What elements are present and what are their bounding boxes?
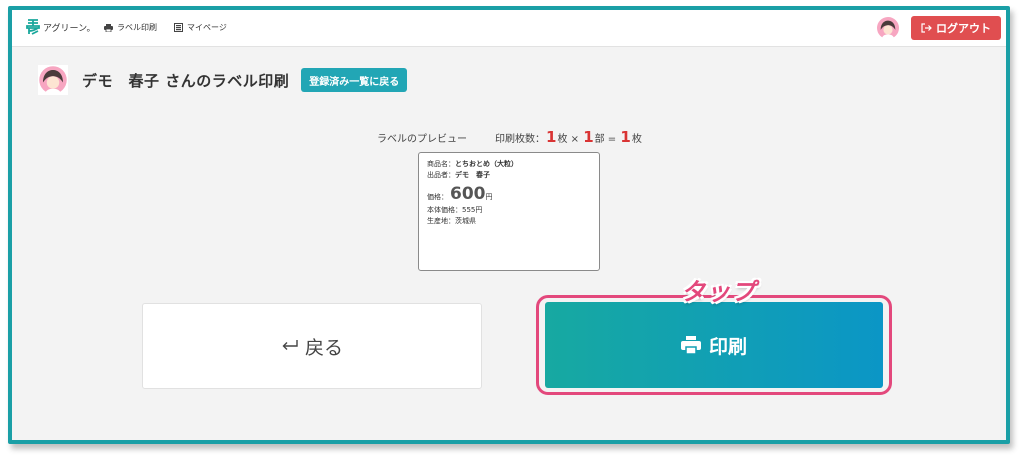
logout-icon [921, 23, 932, 33]
price-key: 価格： [427, 193, 448, 201]
equals-sign: = [604, 134, 620, 145]
tap-annotation: タップ [681, 278, 756, 306]
logo[interactable]: アグリーン。 [26, 19, 96, 35]
logo-icon [26, 19, 40, 35]
printer-icon [104, 23, 113, 32]
print-button[interactable]: 印刷 [545, 302, 883, 388]
product-key: 商品名： [427, 160, 455, 168]
copy-count: 1 [583, 128, 594, 146]
times-sign: × [567, 134, 583, 145]
nav-label-print[interactable]: ラベル印刷 [104, 22, 157, 33]
nav-mypage[interactable]: マイページ [174, 22, 227, 33]
return-arrow-icon [282, 340, 298, 350]
print-count: 印刷枚数： 1 枚 × 1 部 = 1 枚 [495, 128, 642, 146]
product-line: 商品名：とちおとめ（大粒） [427, 159, 591, 170]
copy-unit: 部 [594, 134, 605, 145]
screenshot-frame: アグリーン。 ラベル印刷 マイページ ログアウト デモ 春子 さんのラベル印刷 … [8, 6, 1010, 444]
user-avatar [38, 65, 68, 95]
back-to-list-button[interactable]: 登録済み一覧に戻る [301, 68, 408, 92]
total-unit: 枚 [631, 134, 642, 145]
page-title: デモ 春子 さんのラベル印刷 [82, 71, 290, 90]
preview-info: ラベルのプレビュー 印刷枚数： 1 枚 × 1 部 = 1 枚 [377, 128, 642, 146]
logout-button[interactable]: ログアウト [911, 16, 1001, 40]
back-button-label: 戻る [304, 336, 343, 359]
preview-label: ラベルのプレビュー [377, 134, 467, 145]
print-count-prefix: 印刷枚数： [495, 134, 545, 145]
logout-label: ログアウト [936, 22, 991, 35]
seller-value: デモ 春子 [455, 171, 490, 179]
seller-line: 出品者：デモ 春子 [427, 170, 591, 181]
seller-key: 出品者： [427, 171, 455, 179]
nav-mypage-text: マイページ [187, 23, 227, 32]
top-navigation-bar: アグリーン。 ラベル印刷 マイページ ログアウト [12, 10, 1006, 47]
label-preview-card: 商品名：とちおとめ（大粒） 出品者：デモ 春子 価格： 600 円 本体価格：5… [418, 152, 600, 271]
printer-icon [680, 336, 701, 354]
back-button[interactable]: 戻る [142, 303, 482, 389]
print-button-label: 印刷 [708, 335, 747, 358]
logo-text: アグリーン。 [43, 23, 96, 34]
sheet-unit: 枚 [557, 134, 568, 145]
sheet-count: 1 [546, 128, 557, 146]
price-line: 価格： 600 円 [427, 185, 591, 203]
origin: 生産地：茨城県 [427, 217, 476, 225]
nav-label-print-text: ラベル印刷 [117, 23, 157, 32]
price-unit: 円 [485, 193, 493, 201]
price-value: 600 [450, 184, 486, 204]
avatar[interactable] [877, 17, 899, 39]
page-header: デモ 春子 さんのラベル印刷 登録済み一覧に戻る [38, 64, 408, 96]
base-price: 本体価格：555円 [427, 206, 483, 214]
id-card-icon [174, 23, 183, 32]
total-count: 1 [620, 128, 631, 146]
product-value: とちおとめ（大粒） [455, 160, 518, 168]
app-window: アグリーン。 ラベル印刷 マイページ ログアウト デモ 春子 さんのラベル印刷 … [12, 10, 1006, 440]
